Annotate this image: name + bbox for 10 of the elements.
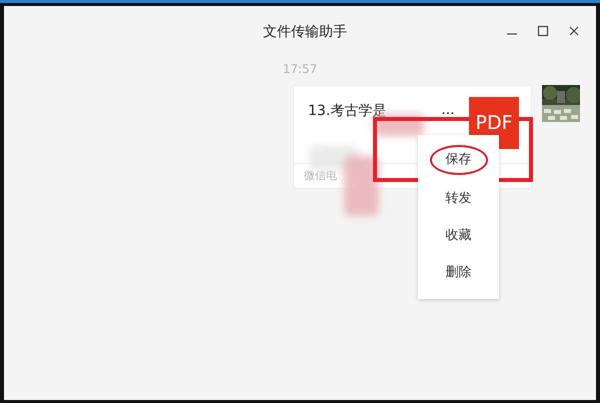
menu-item[interactable]: 收藏 [434, 217, 484, 254]
message-time: 17:57 [282, 62, 318, 76]
menu-item[interactable]: 保存 [430, 145, 488, 175]
menu-item[interactable]: 删除 [434, 254, 484, 291]
file-name: 13.考古学是 [308, 102, 386, 120]
file-source: 微信电 [303, 168, 338, 183]
close-icon[interactable] [568, 25, 580, 37]
file-name-ellipsis: ... [441, 102, 455, 118]
maximize-icon[interactable] [537, 25, 549, 37]
window-title: 文件传输助手 [263, 23, 347, 41]
